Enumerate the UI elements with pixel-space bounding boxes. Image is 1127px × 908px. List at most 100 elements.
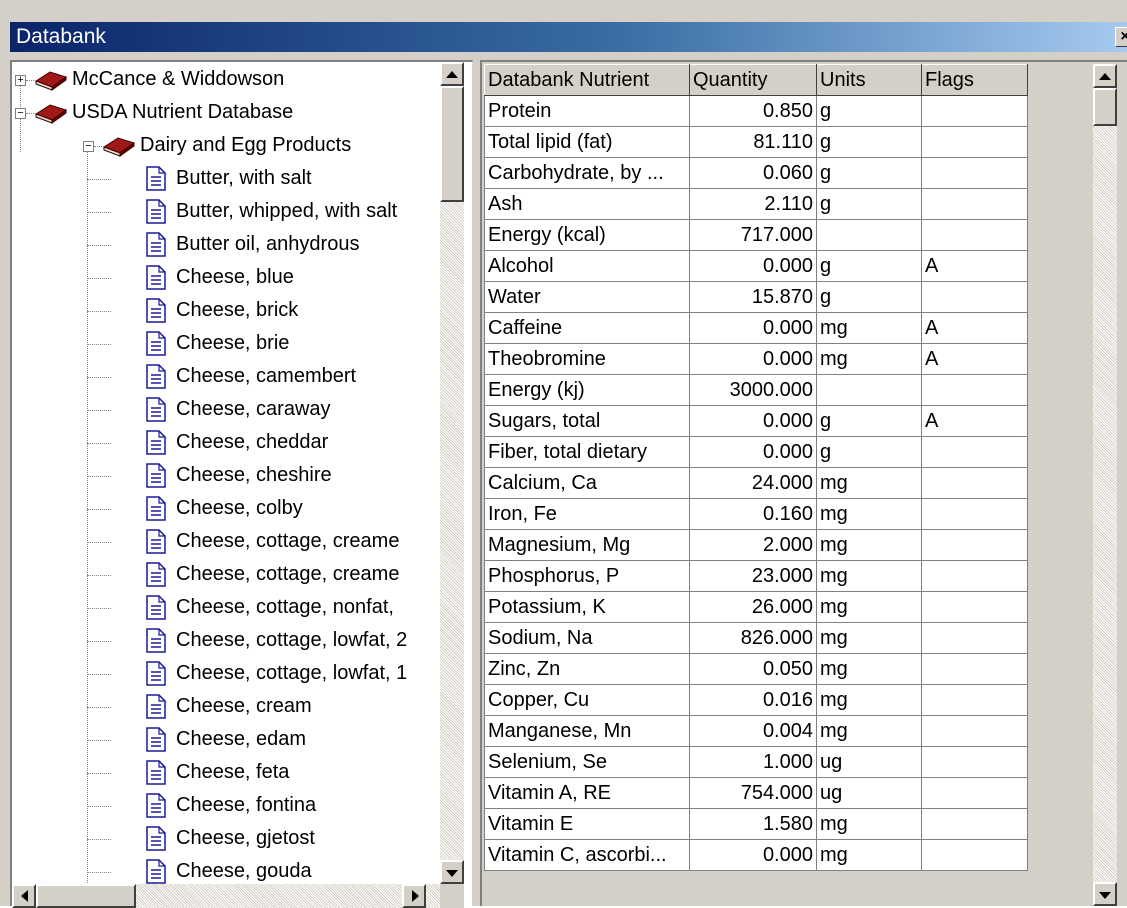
tree-item-food[interactable]: Cheese, feta bbox=[12, 757, 440, 789]
grid-vertical-scrollbar[interactable] bbox=[1093, 64, 1117, 906]
cell-flags bbox=[921, 436, 1028, 468]
book-icon bbox=[102, 135, 136, 157]
table-row[interactable]: Copper, Cu 0.016 mg bbox=[484, 684, 1028, 716]
table-row[interactable]: Vitamin A, RE 754.000 ug bbox=[484, 777, 1028, 809]
tree-item-food[interactable]: Cheese, caraway bbox=[12, 394, 440, 426]
cell-nutrient: Caffeine bbox=[484, 312, 690, 344]
tree-item-food[interactable]: Cheese, cheddar bbox=[12, 427, 440, 459]
column-header-units[interactable]: Units bbox=[816, 64, 922, 96]
table-row[interactable]: Manganese, Mn 0.004 mg bbox=[484, 715, 1028, 747]
tree-item-food[interactable]: Cheese, cottage, nonfat, bbox=[12, 592, 440, 624]
table-row[interactable]: Protein 0.850 g bbox=[484, 95, 1028, 127]
grid-scroll-thumb[interactable] bbox=[1093, 88, 1117, 126]
cell-units: mg bbox=[816, 653, 922, 685]
table-row[interactable]: Alcohol 0.000 g A bbox=[484, 250, 1028, 282]
tree-connector bbox=[87, 212, 111, 213]
tree-scroll-right-button[interactable] bbox=[402, 884, 426, 908]
cell-units: g bbox=[816, 281, 922, 313]
window-title: Databank bbox=[16, 25, 106, 48]
cell-flags bbox=[921, 95, 1028, 127]
table-row[interactable]: Phosphorus, P 23.000 mg bbox=[484, 560, 1028, 592]
tree-item-food[interactable]: Cheese, cottage, creame bbox=[12, 526, 440, 558]
table-row[interactable]: Vitamin C, ascorbi... 0.000 mg bbox=[484, 839, 1028, 871]
tree-scroll-thumb[interactable] bbox=[440, 86, 464, 202]
tree-item-food[interactable]: Cheese, cream bbox=[12, 691, 440, 723]
cell-units bbox=[816, 374, 922, 406]
collapse-icon[interactable]: − bbox=[15, 108, 26, 119]
table-row[interactable]: Energy (kj) 3000.000 bbox=[484, 374, 1028, 406]
document-icon bbox=[146, 694, 166, 719]
cell-nutrient: Phosphorus, P bbox=[484, 560, 690, 592]
tree-item-food[interactable]: Cheese, brie bbox=[12, 328, 440, 360]
document-icon bbox=[146, 430, 166, 455]
tree-item-food[interactable]: Cheese, cottage, lowfat, 2 bbox=[12, 625, 440, 657]
cell-nutrient: Sugars, total bbox=[484, 405, 690, 437]
tree-item-group[interactable]: − Dairy and Egg Products bbox=[12, 130, 440, 162]
tree-item-food[interactable]: Cheese, fontina bbox=[12, 790, 440, 822]
collapse-icon[interactable]: − bbox=[83, 141, 94, 152]
cell-flags bbox=[921, 653, 1028, 685]
tree-item-food[interactable]: Cheese, camembert bbox=[12, 361, 440, 393]
cell-quantity: 0.000 bbox=[689, 839, 817, 871]
table-row[interactable]: Selenium, Se 1.000 ug bbox=[484, 746, 1028, 778]
tree-item-food[interactable]: Cheese, brick bbox=[12, 295, 440, 327]
cell-flags: A bbox=[921, 405, 1028, 437]
tree-item-food[interactable]: Cheese, cottage, lowfat, 1 bbox=[12, 658, 440, 690]
cell-nutrient: Protein bbox=[484, 95, 690, 127]
document-icon bbox=[146, 166, 166, 191]
expand-icon[interactable]: + bbox=[15, 75, 26, 86]
tree-item-label: Butter oil, anhydrous bbox=[176, 233, 360, 255]
cell-quantity: 15.870 bbox=[689, 281, 817, 313]
table-row[interactable]: Potassium, K 26.000 mg bbox=[484, 591, 1028, 623]
table-row[interactable]: Ash 2.110 g bbox=[484, 188, 1028, 220]
tree-item-food[interactable]: Cheese, cottage, creame bbox=[12, 559, 440, 591]
tree-scroll-down-button[interactable] bbox=[440, 860, 464, 884]
tree-item-food[interactable]: Cheese, cheshire bbox=[12, 460, 440, 492]
tree-hscroll-thumb[interactable] bbox=[36, 884, 136, 908]
table-row[interactable]: Vitamin E 1.580 mg bbox=[484, 808, 1028, 840]
tree-scroll-left-button[interactable] bbox=[12, 884, 36, 908]
table-row[interactable]: Zinc, Zn 0.050 mg bbox=[484, 653, 1028, 685]
table-row[interactable]: Energy (kcal) 717.000 bbox=[484, 219, 1028, 251]
tree-scroll-up-button[interactable] bbox=[440, 62, 464, 86]
cell-units: g bbox=[816, 436, 922, 468]
table-row[interactable]: Fiber, total dietary 0.000 g bbox=[484, 436, 1028, 468]
table-row[interactable]: Total lipid (fat) 81.110 g bbox=[484, 126, 1028, 158]
grid-scroll-up-button[interactable] bbox=[1093, 64, 1117, 88]
tree-item-food[interactable]: Butter, whipped, with salt bbox=[12, 196, 440, 228]
cell-quantity: 81.110 bbox=[689, 126, 817, 158]
table-row[interactable]: Iron, Fe 0.160 mg bbox=[484, 498, 1028, 530]
tree-item-food[interactable]: Cheese, gouda bbox=[12, 856, 440, 884]
cell-units: g bbox=[816, 95, 922, 127]
tree-connector bbox=[87, 278, 111, 279]
tree-item-database[interactable]: − USDA Nutrient Database bbox=[12, 97, 440, 129]
cell-quantity: 0.160 bbox=[689, 498, 817, 530]
column-header-nutrient[interactable]: Databank Nutrient bbox=[484, 64, 690, 96]
close-button[interactable]: × bbox=[1115, 27, 1127, 47]
tree-item-database[interactable]: + McCance & Widdowson bbox=[12, 64, 440, 96]
tree-item-food[interactable]: Cheese, blue bbox=[12, 262, 440, 294]
table-row[interactable]: Caffeine 0.000 mg A bbox=[484, 312, 1028, 344]
tree-item-food[interactable]: Cheese, edam bbox=[12, 724, 440, 756]
table-row[interactable]: Theobromine 0.000 mg A bbox=[484, 343, 1028, 375]
table-row[interactable]: Water 15.870 g bbox=[484, 281, 1028, 313]
column-header-quantity[interactable]: Quantity bbox=[689, 64, 817, 96]
nutrient-table: Databank Nutrient Quantity Units Flags P… bbox=[484, 64, 1028, 871]
tree-item-food[interactable]: Butter oil, anhydrous bbox=[12, 229, 440, 261]
tree-item-food[interactable]: Cheese, colby bbox=[12, 493, 440, 525]
cell-units: ug bbox=[816, 746, 922, 778]
table-row[interactable]: Sugars, total 0.000 g A bbox=[484, 405, 1028, 437]
column-header-flags[interactable]: Flags bbox=[921, 64, 1028, 96]
document-icon bbox=[146, 628, 166, 653]
table-row[interactable]: Calcium, Ca 24.000 mg bbox=[484, 467, 1028, 499]
cell-flags: A bbox=[921, 343, 1028, 375]
table-row[interactable]: Carbohydrate, by ... 0.060 g bbox=[484, 157, 1028, 189]
tree-item-food[interactable]: Butter, with salt bbox=[12, 163, 440, 195]
tree-connector bbox=[87, 839, 111, 840]
cell-flags bbox=[921, 560, 1028, 592]
table-row[interactable]: Magnesium, Mg 2.000 mg bbox=[484, 529, 1028, 561]
table-row[interactable]: Sodium, Na 826.000 mg bbox=[484, 622, 1028, 654]
tree-item-food[interactable]: Cheese, gjetost bbox=[12, 823, 440, 855]
cell-quantity: 754.000 bbox=[689, 777, 817, 809]
grid-scroll-down-button[interactable] bbox=[1093, 882, 1117, 906]
